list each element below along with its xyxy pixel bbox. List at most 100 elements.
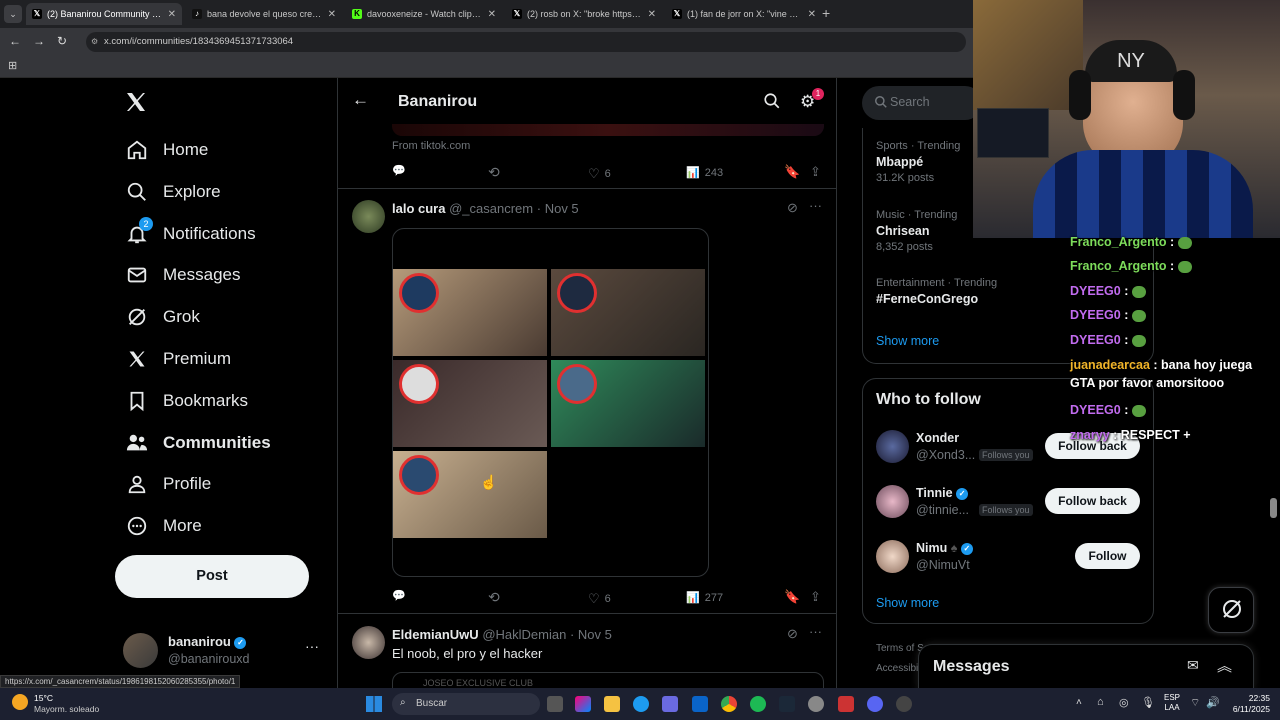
follow-suggestion[interactable]: Nimu ♠ ✓ @NimuVt Follow [863,537,1153,589]
close-icon[interactable]: ✕ [168,9,176,20]
repost-icon[interactable]: ⟲ [488,164,500,181]
page-scrollbar[interactable] [1270,498,1277,518]
x-logo-icon[interactable] [124,90,148,119]
reply-icon[interactable]: 💬 [392,589,406,602]
bookmark-icon[interactable]: 🔖 [784,164,800,180]
back-arrow-icon[interactable]: ← [9,34,21,48]
post-author[interactable]: EldemianUwU [392,627,479,642]
browser-tab[interactable]: 𝕏 (2) rosb on X: "broke https://t.c ✕ [506,3,662,25]
show-more-link[interactable]: Show more [876,334,939,348]
task-view-icon[interactable] [547,696,563,712]
tab-search-button[interactable]: ⌄ [4,5,22,23]
new-tab-icon[interactable]: + [822,5,830,21]
share-icon[interactable]: ⇪ [810,589,821,605]
browser-tab[interactable]: 𝕏 (1) fan de jorr on X: "vine a com ✕ [666,3,822,25]
sidebar-item-messages[interactable]: Messages [124,257,240,293]
views-button[interactable]: 📊 243 [686,166,723,180]
weather-widget[interactable]: 15°C Mayorm. soleado [12,692,102,716]
copilot-icon[interactable] [575,696,591,712]
sidebar-item-premium[interactable]: Premium [124,341,231,377]
follow-suggestion[interactable]: Tinnie ✓ @tinnie... Follows you Follow b… [863,482,1153,534]
more-horizontal-icon[interactable]: ··· [809,198,822,213]
grok-floating-button[interactable] [1208,587,1254,633]
edge-icon[interactable] [633,696,649,712]
sidebar-item-home[interactable]: Home [124,132,208,168]
sidebar-item-bookmarks[interactable]: Bookmarks [124,383,248,419]
site-info-icon[interactable]: ⚙ [91,32,98,52]
trend-item[interactable]: Sports · Trending Mbappé 31.2K posts [876,140,960,184]
back-arrow-icon[interactable]: ← [352,90,369,110]
account-switcher[interactable]: bananirou ✓ @bananirouxd ··· [120,628,325,672]
follow-back-button[interactable]: Follow back [1045,488,1140,514]
chevron-up-icon[interactable]: ︽ [1217,655,1232,676]
show-more-link[interactable]: Show more [876,596,939,610]
browser-tab[interactable]: ♪ bana devolve el queso cremoso ✕ [186,3,342,25]
post-avatar[interactable] [352,626,385,659]
post-button[interactable]: Post [115,555,309,598]
post-date[interactable]: Nov 5 [578,627,612,642]
windows-start-icon[interactable] [366,696,382,712]
chrome-icon[interactable] [721,696,737,712]
sidebar-item-explore[interactable]: Explore [124,174,221,210]
app-icon[interactable] [838,696,854,712]
post-author[interactable]: lalo cura [392,201,445,216]
grok-icon[interactable]: ⊘ [787,626,798,642]
close-icon[interactable]: ✕ [328,9,336,20]
spotify-icon[interactable] [750,696,766,712]
forward-arrow-icon[interactable]: → [33,34,45,48]
messages-drawer[interactable]: Messages ✉ ︽ [918,644,1254,690]
views-button[interactable]: 📊 277 [686,591,723,605]
tray-icon[interactable]: ◎ [1119,696,1129,709]
trend-item[interactable]: Entertainment · Trending #FerneConGrego [876,277,997,306]
discord-icon[interactable] [867,696,883,712]
sidebar-item-notifications[interactable]: 2 Notifications [124,216,256,252]
repost-icon[interactable]: ⟲ [488,589,500,606]
reply-icon[interactable]: 💬 [392,164,406,177]
post-date[interactable]: Nov 5 [545,201,579,216]
steam-icon[interactable] [779,696,795,712]
browser-tab[interactable]: 𝕏 (2) Bananirou Community / X ✕ [26,3,182,25]
footer-link[interactable]: Accessibili [876,663,923,674]
close-icon[interactable]: ✕ [488,9,496,20]
post-handle[interactable]: @HaklDemian [482,627,566,642]
settings-icon[interactable] [808,696,824,712]
sidebar-item-more[interactable]: More [124,508,202,544]
apps-grid-icon[interactable]: ⊞ [8,59,17,72]
outlook-icon[interactable] [692,696,708,712]
sidebar-item-communities[interactable]: Communities [124,425,271,461]
wifi-icon[interactable]: ⌔ [1190,696,1200,710]
chevron-up-icon[interactable]: ˄ [1076,697,1082,708]
close-icon[interactable]: ✕ [808,9,816,20]
post-avatar[interactable] [352,200,385,233]
search-input[interactable]: Search [862,86,982,120]
sidebar-item-grok[interactable]: Grok [124,299,200,335]
volume-icon[interactable]: 🔊 [1206,696,1220,709]
browser-tab[interactable]: K davooxeneize - Watch clips on ✕ [346,3,502,25]
store-icon[interactable] [662,696,678,712]
taskbar-search[interactable]: ⌕ Buscar [392,693,540,715]
media-embed-tail[interactable] [392,124,824,136]
like-button[interactable]: ♡ 6 [588,591,611,607]
new-message-icon[interactable]: ✉ [1187,657,1199,674]
trend-item[interactable]: Music · Trending Chrisean 8,352 posts [876,209,957,253]
sidebar-item-profile[interactable]: Profile [124,466,211,502]
more-horizontal-icon[interactable]: ··· [809,624,822,639]
app-icon[interactable] [896,696,912,712]
tray-icon[interactable]: ⌂ [1097,696,1104,708]
post-handle[interactable]: @_casancrem [449,201,533,216]
microphone-icon[interactable]: 🎙 [1141,696,1155,709]
follow-button[interactable]: Follow [1075,543,1140,569]
close-icon[interactable]: ✕ [648,9,656,20]
more-horizontal-icon[interactable]: ··· [305,638,319,654]
language-indicator[interactable]: ESP LAA [1164,693,1180,713]
file-explorer-icon[interactable] [604,696,620,712]
post-image[interactable] [392,228,709,577]
grok-icon[interactable]: ⊘ [787,200,798,216]
bookmark-icon[interactable]: 🔖 [784,589,800,605]
clock[interactable]: 22:35 6/11/2025 [1226,693,1270,715]
share-icon[interactable]: ⇪ [810,164,821,180]
url-field[interactable]: ⚙ x.com/i/communities/183436945137173306… [86,32,966,52]
reload-icon[interactable]: ↻ [57,34,67,48]
search-icon[interactable] [763,92,781,115]
like-button[interactable]: ♡ 6 [588,166,611,182]
